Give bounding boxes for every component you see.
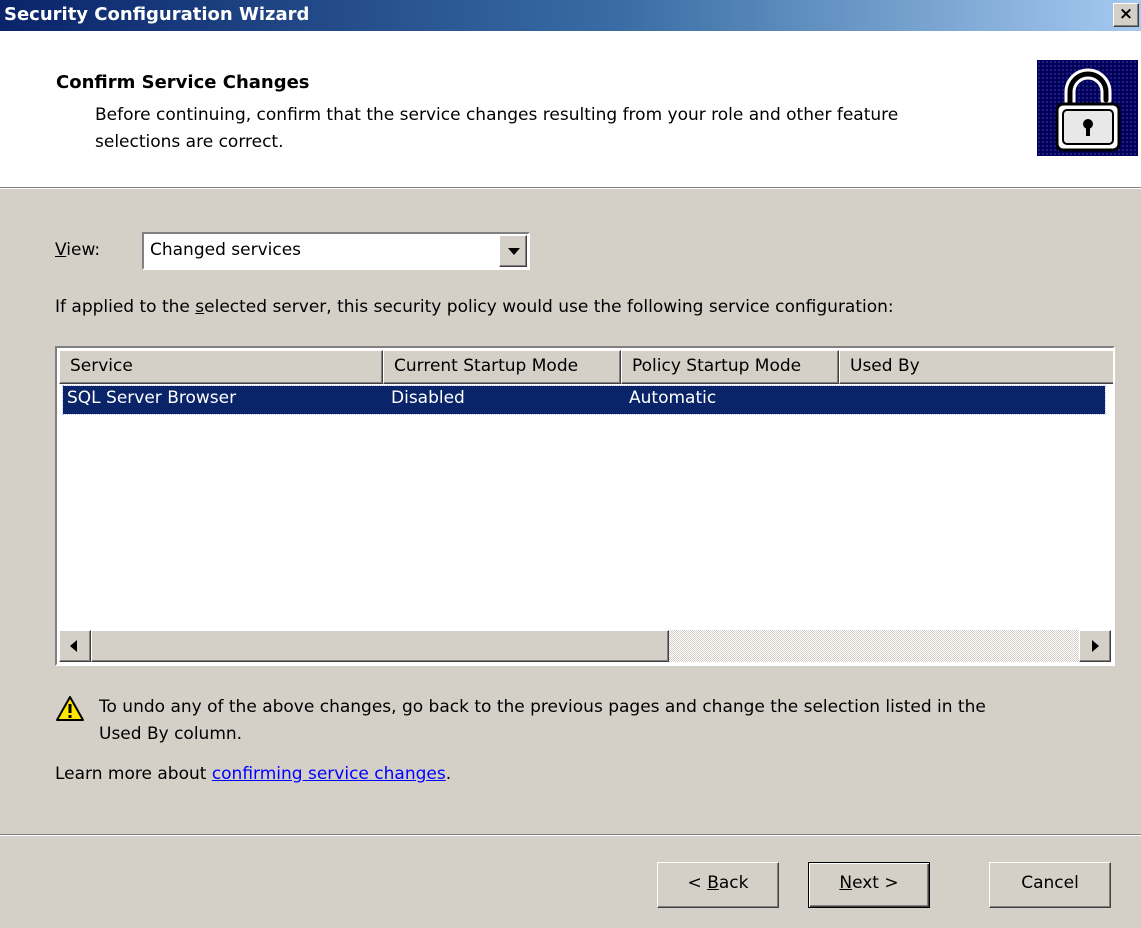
page-description-line1: Before continuing, confirm that the serv…	[95, 105, 899, 125]
column-header-current-startup-mode[interactable]: Current Startup Mode	[383, 350, 621, 384]
view-dropdown[interactable]: Changed services	[142, 232, 530, 270]
back-button-accel: B	[707, 873, 719, 893]
page-description-line2: selections are correct.	[95, 132, 284, 152]
undo-warning-line1: To undo any of the above changes, go bac…	[99, 697, 986, 717]
horizontal-scrollbar[interactable]	[59, 630, 1111, 662]
back-button-rest: ack	[718, 873, 749, 893]
scrollbar-thumb[interactable]	[91, 630, 669, 662]
close-icon: ×	[1118, 4, 1134, 24]
header-divider	[0, 188, 1141, 189]
footer-divider-highlight	[0, 835, 1141, 836]
learn-more-prefix: Learn more about	[55, 764, 212, 784]
warning-icon	[55, 695, 85, 728]
column-header-policy-startup-mode[interactable]: Policy Startup Mode	[621, 350, 839, 384]
confirming-service-changes-link[interactable]: confirming service changes	[212, 764, 446, 784]
arrow-left-icon	[70, 640, 77, 652]
page-description: Before continuing, confirm that the serv…	[95, 102, 1015, 156]
cell-policy-startup-mode: Automatic	[629, 388, 717, 408]
next-button[interactable]: Next >	[808, 862, 930, 908]
policy-info-accel: s	[195, 297, 205, 317]
policy-info-prefix: If applied to the	[55, 297, 196, 317]
cell-current-startup-mode: Disabled	[391, 388, 465, 408]
cancel-button[interactable]: Cancel	[989, 862, 1111, 908]
learn-more-suffix: .	[445, 764, 452, 784]
policy-info-suffix: elected server, this security policy wou…	[204, 297, 894, 317]
next-button-accel: N	[839, 873, 853, 893]
chevron-down-icon	[508, 248, 520, 255]
scroll-left-button[interactable]	[59, 630, 91, 662]
dropdown-arrow-button[interactable]	[499, 235, 527, 267]
learn-more-text: Learn more about confirming service chan…	[55, 764, 451, 784]
arrow-right-icon	[1092, 640, 1099, 652]
close-button[interactable]: ×	[1113, 3, 1139, 27]
view-label-accel: V	[55, 240, 67, 260]
padlock-icon	[1037, 60, 1138, 156]
table-row[interactable]: SQL Server Browser Disabled Automatic	[62, 385, 1106, 415]
cell-service: SQL Server Browser	[67, 388, 237, 408]
scroll-right-button[interactable]	[1079, 630, 1111, 662]
view-label: View:	[55, 240, 100, 260]
undo-warning-line2: Used By column.	[99, 724, 243, 744]
policy-info-text: If applied to the selected server, this …	[55, 297, 894, 317]
window-title: Security Configuration Wizard	[4, 4, 310, 25]
view-label-rest: iew:	[66, 240, 101, 260]
back-button[interactable]: < Back	[657, 862, 779, 908]
page-title: Confirm Service Changes	[56, 72, 310, 93]
view-dropdown-value: Changed services	[150, 240, 302, 260]
column-header-service[interactable]: Service	[59, 350, 383, 384]
back-button-prefix: <	[687, 873, 708, 893]
undo-warning-text: To undo any of the above changes, go bac…	[99, 694, 1119, 748]
column-header-used-by[interactable]: Used By	[839, 350, 1113, 384]
next-button-rest: ext >	[852, 873, 899, 893]
title-bar: Security Configuration Wizard ×	[0, 0, 1141, 31]
service-list[interactable]: Service Current Startup Mode Policy Star…	[55, 346, 1115, 666]
